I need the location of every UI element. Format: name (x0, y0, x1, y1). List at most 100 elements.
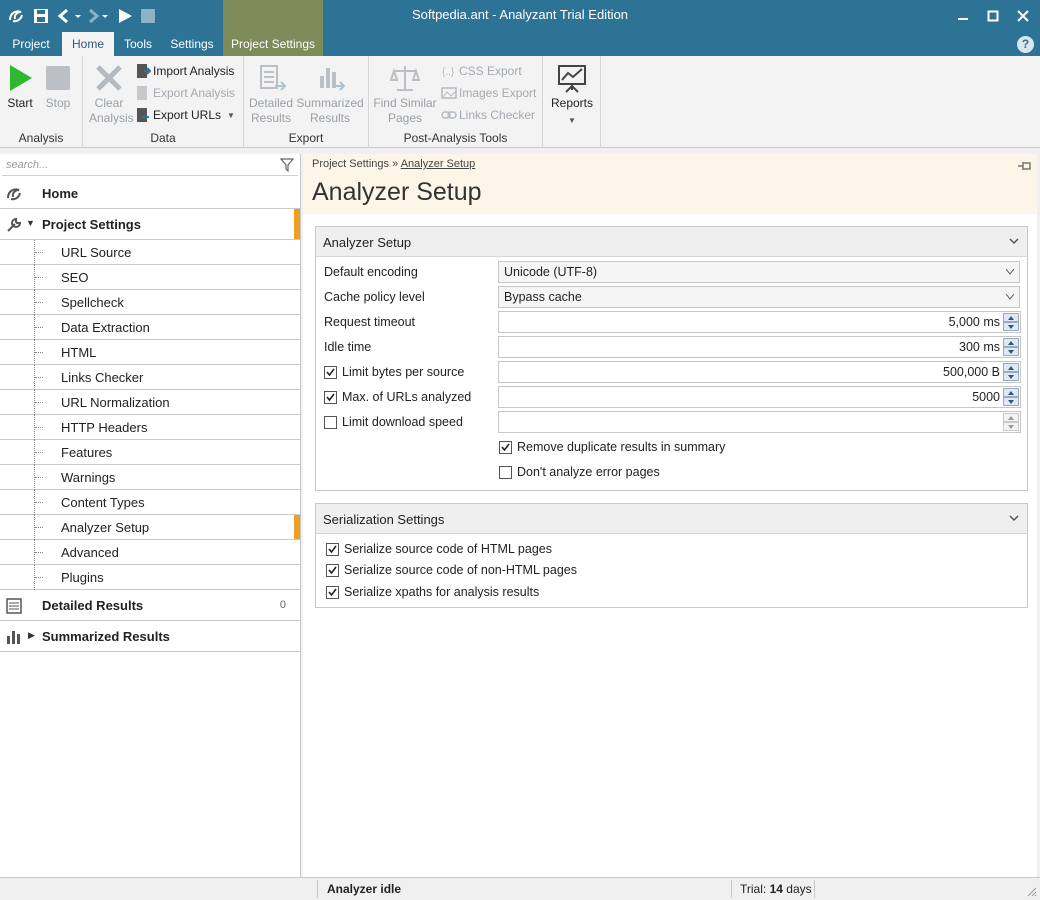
reports-group: Reports ▼ (543, 56, 601, 148)
limit-bytes-checkbox[interactable] (324, 366, 337, 379)
max-urls-stepper[interactable]: 5000 (498, 386, 1021, 408)
chevron-down-icon[interactable] (1009, 236, 1019, 246)
serialize-nonhtml-checkbox[interactable] (326, 564, 339, 577)
export-urls-icon (135, 107, 151, 123)
sidebar-item-analyzer-setup[interactable]: Analyzer Setup (0, 515, 300, 540)
sidebar-item-project-settings[interactable]: ▼ Project Settings (0, 209, 300, 240)
tab-tools[interactable]: Tools (116, 32, 160, 56)
search-input[interactable]: search... (6, 159, 48, 171)
sidebar-item-http-headers[interactable]: HTTP Headers (0, 415, 300, 440)
stop-button[interactable]: Stop (42, 62, 74, 111)
summarized-results-button[interactable]: Summarized Results (296, 62, 364, 126)
spin-down-icon[interactable] (1003, 372, 1019, 381)
analyzer-setup-panel: Analyzer Setup Default encoding Unicode … (315, 226, 1028, 491)
images-export-button[interactable]: Images Export (441, 83, 536, 103)
cache-policy-select[interactable]: Bypass cache (498, 286, 1020, 308)
sidebar-item-summarized-results[interactable]: ▶ Summarized Results (0, 621, 300, 652)
cache-policy-row: Cache policy level Bypass cache (316, 285, 1027, 310)
analyzer-setup-panel-header[interactable]: Analyzer Setup (316, 227, 1027, 257)
sidebar-item-features[interactable]: Features (0, 440, 300, 465)
analysis-group-label: Analysis (18, 131, 64, 145)
chevron-down-icon[interactable] (1009, 513, 1019, 523)
sidebar-item-home[interactable]: Home (0, 178, 300, 209)
max-urls-checkbox[interactable] (324, 391, 337, 404)
detailed-results-count: 0 (279, 599, 286, 611)
links-checker-button[interactable]: Links Checker (441, 105, 535, 125)
sidebar-item-detailed-results[interactable]: Detailed Results 0 (0, 590, 300, 621)
close-button[interactable] (1006, 0, 1040, 32)
export-urls-button[interactable]: Export URLs ▼ (135, 105, 235, 125)
sidebar-item-plugins[interactable]: Plugins (0, 565, 300, 590)
help-icon[interactable]: ? (1017, 36, 1034, 53)
clear-x-icon (93, 62, 125, 94)
spin-down-icon[interactable] (1003, 397, 1019, 406)
dont-analyze-error-row: Don't analyze error pages (316, 460, 1027, 485)
limit-download-stepper[interactable] (498, 411, 1021, 433)
reports-button[interactable]: Reports ▼ (547, 62, 597, 128)
default-encoding-select[interactable]: Unicode (UTF-8) (498, 261, 1020, 283)
limit-bytes-row: Limit bytes per source 500,000 B (316, 360, 1027, 385)
sidebar-item-url-source[interactable]: URL Source (0, 240, 300, 265)
dropdown-arrow-icon (1006, 269, 1014, 275)
spin-up-icon[interactable] (1003, 388, 1019, 397)
serialize-xpaths-checkbox[interactable] (326, 586, 339, 599)
start-button[interactable]: Start (4, 62, 36, 111)
sidebar-item-links-checker[interactable]: Links Checker (0, 365, 300, 390)
ribbon-tab-bar: Project Home Tools Settings Project Sett… (0, 32, 1040, 56)
sidebar-item-warnings[interactable]: Warnings (0, 465, 300, 490)
remove-duplicate-checkbox[interactable] (499, 441, 512, 454)
link-icon (441, 107, 457, 123)
stop-square-icon (42, 62, 74, 94)
serialization-settings-panel-header[interactable]: Serialization Settings (316, 504, 1027, 534)
css-export-button[interactable]: {..} CSS Export (441, 61, 522, 81)
sidebar-item-data-extraction[interactable]: Data Extraction (0, 315, 300, 340)
scales-icon (389, 62, 421, 94)
sidebar-item-spellcheck[interactable]: Spellcheck (0, 290, 300, 315)
sidebar-item-content-types[interactable]: Content Types (0, 490, 300, 515)
spin-down-icon[interactable] (1003, 322, 1019, 331)
request-timeout-stepper[interactable]: 5,000 ms (498, 311, 1021, 333)
spin-up-icon[interactable] (1003, 363, 1019, 372)
resize-grip-icon[interactable] (1027, 887, 1037, 897)
spin-up-icon[interactable] (1003, 413, 1019, 422)
minimize-button[interactable] (946, 0, 980, 32)
spin-up-icon[interactable] (1003, 313, 1019, 322)
home-logo-icon (7, 188, 21, 201)
detailed-results-button[interactable]: Detailed Results (248, 62, 294, 126)
play-icon (4, 62, 36, 94)
sidebar-item-html[interactable]: HTML (0, 340, 300, 365)
find-similar-pages-button[interactable]: Find Similar Pages (373, 62, 437, 126)
pin-icon[interactable] (1017, 160, 1033, 172)
expand-arrow-icon[interactable]: ▼ (26, 218, 35, 228)
import-analysis-button[interactable]: Import Analysis (135, 61, 234, 81)
breadcrumb-project-settings[interactable]: Project Settings (312, 158, 389, 170)
sidebar-item-url-normalization[interactable]: URL Normalization (0, 390, 300, 415)
export-analysis-button[interactable]: Export Analysis (135, 83, 235, 103)
tab-settings[interactable]: Settings (164, 32, 220, 56)
maximize-button[interactable] (976, 0, 1010, 32)
spin-up-icon[interactable] (1003, 338, 1019, 347)
sidebar-item-seo[interactable]: SEO (0, 265, 300, 290)
limit-download-checkbox[interactable] (324, 416, 337, 429)
default-encoding-row: Default encoding Unicode (UTF-8) (316, 260, 1027, 285)
serialize-html-checkbox[interactable] (326, 543, 339, 556)
status-bar: Analyzer idle Trial: 14 days (0, 877, 1040, 900)
idle-time-stepper[interactable]: 300 ms (498, 336, 1021, 358)
collapse-arrow-icon[interactable]: ▶ (28, 630, 35, 641)
spin-down-icon[interactable] (1003, 347, 1019, 356)
dont-analyze-error-checkbox[interactable] (499, 466, 512, 479)
trial-status: Trial: 14 days (740, 882, 812, 896)
spin-down-icon[interactable] (1003, 422, 1019, 431)
sidebar-item-advanced[interactable]: Advanced (0, 540, 300, 565)
breadcrumb-analyzer-setup[interactable]: Analyzer Setup (401, 158, 476, 170)
tab-project-settings[interactable]: Project Settings (223, 32, 323, 56)
tab-home[interactable]: Home (62, 32, 114, 56)
clear-analysis-button[interactable]: Clear Analysis (89, 62, 134, 126)
css-icon: {..} (441, 63, 457, 79)
limit-bytes-stepper[interactable]: 500,000 B (498, 361, 1021, 383)
max-urls-row: Max. of URLs analyzed 5000 (316, 385, 1027, 410)
wrench-icon (7, 217, 22, 232)
sidebar-search[interactable]: search... (2, 156, 298, 176)
tab-project[interactable]: Project (4, 32, 58, 56)
filter-icon[interactable] (280, 158, 294, 172)
